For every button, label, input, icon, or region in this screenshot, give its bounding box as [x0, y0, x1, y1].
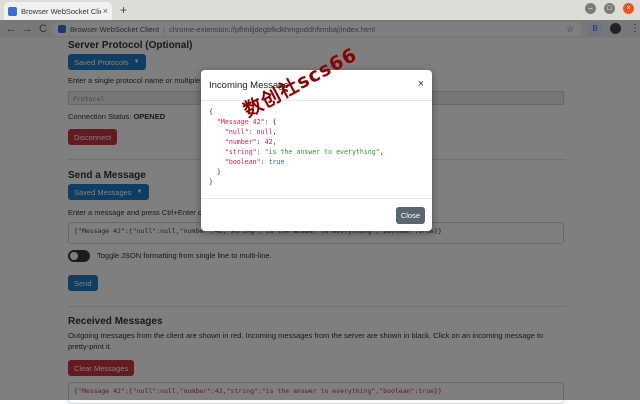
- json-open-brace: {: [209, 108, 213, 116]
- json-number-value: 42: [264, 138, 273, 146]
- json-boolean-value: true: [268, 158, 285, 166]
- tab-close-icon[interactable]: ×: [103, 6, 108, 16]
- incoming-message-modal: Incoming Message × { "Message 42": { "nu…: [201, 70, 432, 231]
- maximize-button[interactable]: □: [604, 3, 615, 14]
- json-inner-close: }: [216, 168, 221, 176]
- json-key: "boolean": [224, 158, 261, 166]
- close-button[interactable]: Close: [395, 207, 425, 224]
- json-key: "null": [224, 128, 249, 136]
- extension-favicon-icon: [8, 6, 17, 16]
- json-close-brace: }: [209, 178, 213, 186]
- close-window-button[interactable]: ×: [623, 3, 634, 14]
- tab-strip: Browser WebSocket Client × + – □ ×: [0, 0, 640, 20]
- window-controls: – □ ×: [585, 3, 634, 14]
- tab-title: Browser WebSocket Client: [21, 6, 101, 16]
- json-key: "string": [224, 148, 257, 156]
- json-string-value: "is the answer to everything": [264, 148, 380, 156]
- json-null-value: null: [256, 128, 273, 136]
- modal-footer: Close: [201, 198, 432, 232]
- browser-tab[interactable]: Browser WebSocket Client ×: [4, 2, 112, 20]
- new-tab-button[interactable]: +: [120, 3, 127, 17]
- pretty-json: { "Message 42": { "null": null, "number"…: [209, 108, 384, 186]
- minimize-button[interactable]: –: [585, 3, 596, 14]
- close-icon[interactable]: ×: [418, 78, 424, 90]
- json-key: "number": [224, 138, 257, 146]
